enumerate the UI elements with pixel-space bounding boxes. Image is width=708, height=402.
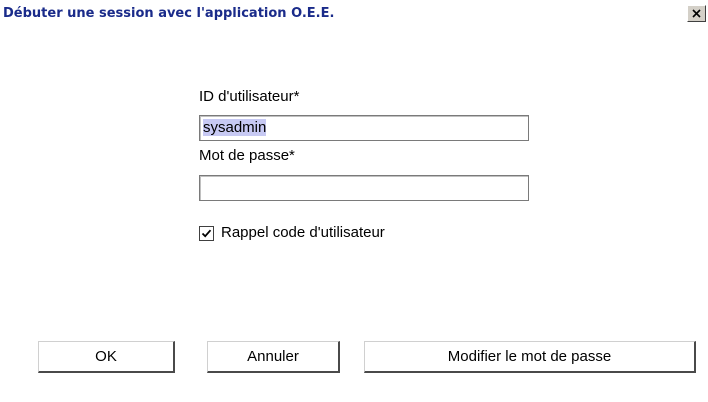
title-bar: Débuter une session avec l'application O…: [0, 0, 708, 40]
login-dialog: Débuter une session avec l'application O…: [0, 0, 708, 402]
close-icon: [692, 9, 701, 18]
remember-user-label: Rappel code d'utilisateur: [221, 224, 385, 241]
password-label: Mot de passe*: [199, 147, 295, 164]
window-title: Débuter une session avec l'application O…: [3, 6, 335, 21]
user-id-label: ID d'utilisateur*: [199, 88, 300, 105]
user-id-value: sysadmin: [203, 119, 267, 136]
user-id-field[interactable]: sysadmin: [199, 115, 529, 141]
remember-user-checkbox[interactable]: [199, 226, 214, 241]
ok-button[interactable]: OK: [38, 341, 175, 373]
cancel-button[interactable]: Annuler: [207, 341, 340, 373]
close-button[interactable]: [687, 5, 706, 22]
change-password-button[interactable]: Modifier le mot de passe: [364, 341, 696, 373]
checkmark-icon: [201, 229, 212, 238]
password-field[interactable]: [199, 175, 529, 201]
